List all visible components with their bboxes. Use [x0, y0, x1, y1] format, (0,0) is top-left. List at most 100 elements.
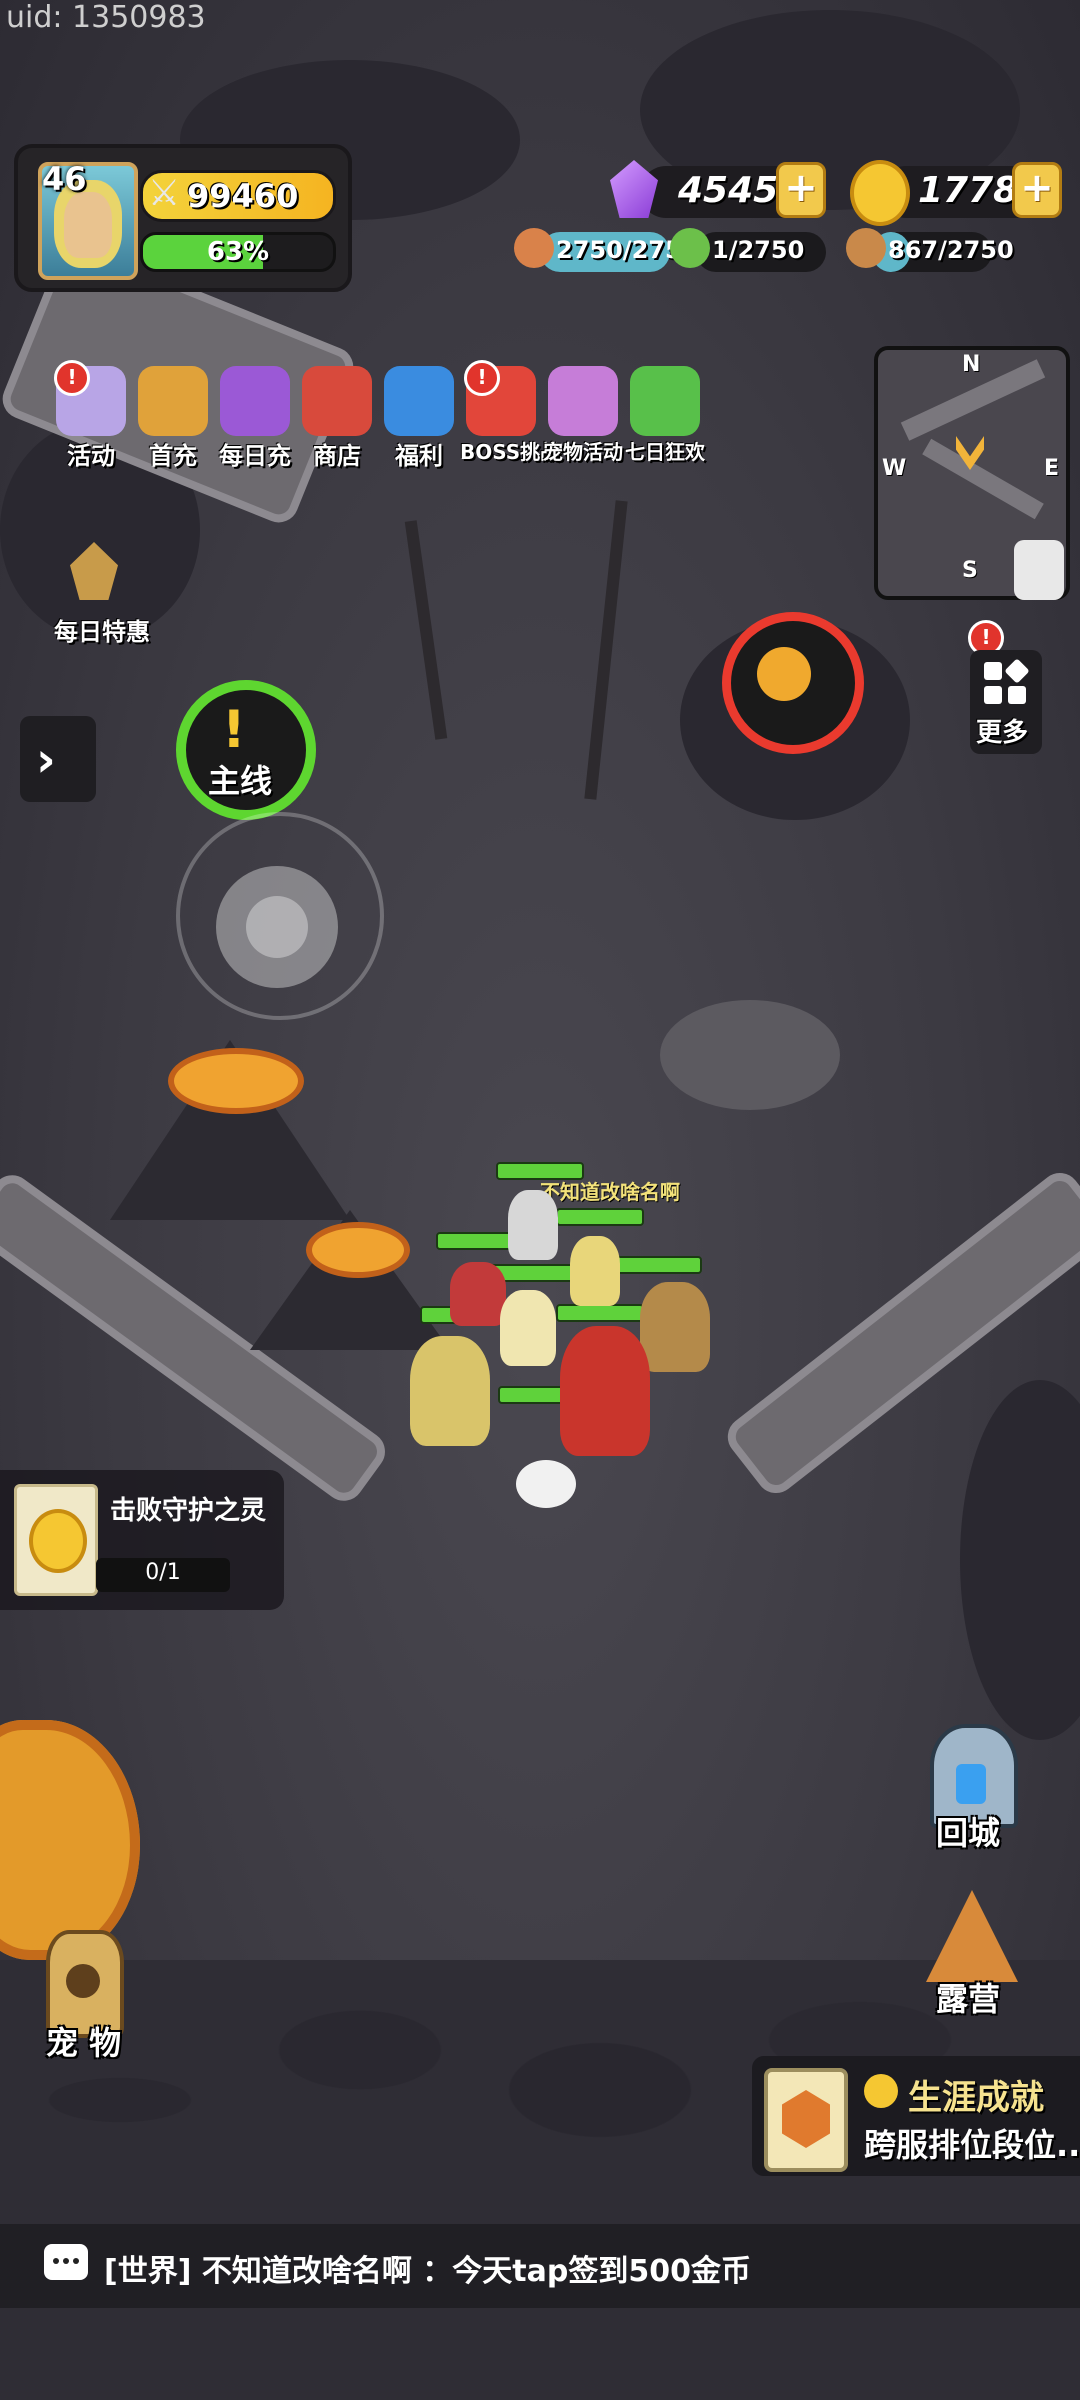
wood-icon	[846, 228, 886, 268]
menu-item-2[interactable]: 每日充	[214, 366, 296, 471]
chat-bar[interactable]: [世界] 不知道改啥名啊 ：今天tap签到500金币	[0, 2224, 1080, 2308]
menu-item-label: 活动	[67, 442, 115, 470]
party-name: 不知道改啥名啊	[540, 1180, 680, 1204]
notification-badge: !	[54, 360, 90, 396]
menu-item-0[interactable]: 活动!	[50, 360, 132, 471]
tent-icon[interactable]	[926, 1890, 1018, 1982]
task-title: 击败守护之灵	[110, 1496, 267, 1526]
chat-message: [世界] 不知道改啥名啊 ：今天tap签到500金币	[104, 2254, 751, 2289]
menu-item-label: BOSS挑战	[460, 440, 561, 464]
camera-icon[interactable]	[1014, 540, 1064, 600]
achievement-icon	[764, 2068, 848, 2172]
menu-item-label: 商店	[313, 442, 361, 470]
minimap-west: W	[882, 456, 907, 481]
smoke-cloud	[660, 1000, 840, 1110]
rocks-bottom	[0, 1960, 1080, 2400]
task-reward-icon	[14, 1484, 98, 1596]
resource-bar-2: 867/2750	[872, 232, 1014, 272]
seven-day-icon	[630, 366, 700, 436]
pet-white-bear[interactable]	[516, 1460, 576, 1508]
hero-fire-king[interactable]	[560, 1326, 650, 1456]
daily-charge-icon	[220, 366, 290, 436]
expand-panel-button[interactable]: ›	[20, 716, 96, 802]
add-gems-button[interactable]: +	[776, 162, 826, 218]
pet-event-icon	[548, 366, 618, 436]
gold-coin-icon	[29, 1509, 87, 1573]
menu-item-1[interactable]: 首充	[132, 366, 214, 471]
resource-bar-0: 2750/2750	[540, 232, 698, 272]
hero-hp-bar	[556, 1208, 644, 1226]
skull-icon	[757, 647, 811, 701]
grid-icon	[1008, 686, 1026, 704]
minimap-east: E	[1044, 456, 1060, 481]
player-level: 46	[42, 160, 87, 198]
xp-percent: 63%	[206, 237, 270, 267]
camp-label: 露营	[936, 1980, 1001, 2018]
player-card[interactable]: 46 ⚔ 99460 63%	[14, 144, 352, 292]
hero-hp-bar	[614, 1256, 702, 1274]
daily-deal-label: 每日特惠	[54, 618, 150, 646]
resource-value: 867/2750	[888, 236, 1014, 264]
exclamation-icon: !	[222, 700, 246, 760]
menu-item-label: 七日狂欢	[625, 440, 705, 464]
menu-item-3[interactable]: 商店	[296, 366, 378, 471]
menu-item-4[interactable]: 福利	[378, 366, 460, 471]
resource-value: 1/2750	[712, 236, 805, 264]
welfare-icon	[384, 366, 454, 436]
hero-blonde-mage[interactable]	[570, 1236, 620, 1306]
hero-hp-bar	[496, 1162, 584, 1180]
return-city-label: 回城	[936, 1814, 1001, 1852]
dot	[53, 2258, 59, 2264]
achievement-banner[interactable]: 生涯成就 跨服排位段位...	[752, 2056, 1080, 2176]
more-label: 更多	[976, 718, 1029, 748]
main-quest-label: 主线	[208, 762, 273, 800]
hero-white-knight[interactable]	[508, 1190, 558, 1260]
avatar-face	[64, 192, 112, 258]
hero-archer-girl[interactable]	[410, 1336, 490, 1446]
swords-icon: ⚔	[147, 173, 181, 214]
task-progress-text: 0/1	[145, 1560, 181, 1585]
quest-tracker[interactable]: 击败守护之灵 0/1	[0, 1470, 284, 1610]
grid-icon	[984, 662, 1002, 680]
main-quest-button[interactable]: ! 主线	[176, 680, 316, 820]
achievement-title: 生涯成就	[908, 2078, 1044, 2118]
badge-icon	[782, 2090, 830, 2148]
first-charge-icon	[138, 366, 208, 436]
chevron-right-icon: ›	[36, 732, 56, 788]
menu-item-label: 宠物活动	[543, 440, 623, 464]
pet-label: 宠 物	[46, 2024, 122, 2062]
gold-value: 1778	[918, 170, 1019, 211]
meat-icon	[514, 228, 554, 268]
joystick-core	[246, 896, 308, 958]
menu-item-6[interactable]: 宠物活动	[542, 366, 624, 465]
dot	[63, 2258, 69, 2264]
uid-label: uid: 1350983	[6, 0, 206, 35]
grid-icon	[984, 686, 1002, 704]
resource-bar-1: 1/2750	[696, 232, 826, 272]
trophy-icon	[864, 2074, 898, 2108]
menu-item-label: 福利	[395, 442, 443, 470]
hero-paladin[interactable]	[500, 1290, 556, 1366]
add-gold-button[interactable]: +	[1012, 162, 1062, 218]
scale-icon	[70, 542, 118, 600]
more-button[interactable]: 更多	[970, 650, 1042, 754]
menu-item-label: 首充	[149, 442, 197, 470]
minimap-north: N	[962, 352, 981, 377]
volcano-lava	[306, 1222, 410, 1278]
chat-bubble-icon[interactable]	[44, 2244, 88, 2280]
hero-goat-lancer[interactable]	[640, 1282, 710, 1372]
achievement-subtitle: 跨服排位段位...	[864, 2126, 1080, 2164]
paw-icon	[66, 1964, 100, 1998]
hero-red-warrior[interactable]	[450, 1262, 506, 1326]
hero-hp-bar	[556, 1304, 644, 1322]
notification-badge: !	[464, 360, 500, 396]
gold-coin-icon	[850, 160, 910, 226]
menu-item-5[interactable]: BOSS挑战!	[460, 360, 561, 465]
boss-target-button[interactable]	[722, 612, 864, 754]
power-value: 99460	[187, 177, 299, 215]
minimap-south: S	[962, 558, 978, 583]
menu-item-7[interactable]: 七日狂欢	[624, 366, 706, 465]
gem-value: 4545	[678, 170, 779, 211]
grid-icon	[1004, 658, 1030, 684]
daily-deal-button[interactable]	[56, 542, 132, 612]
